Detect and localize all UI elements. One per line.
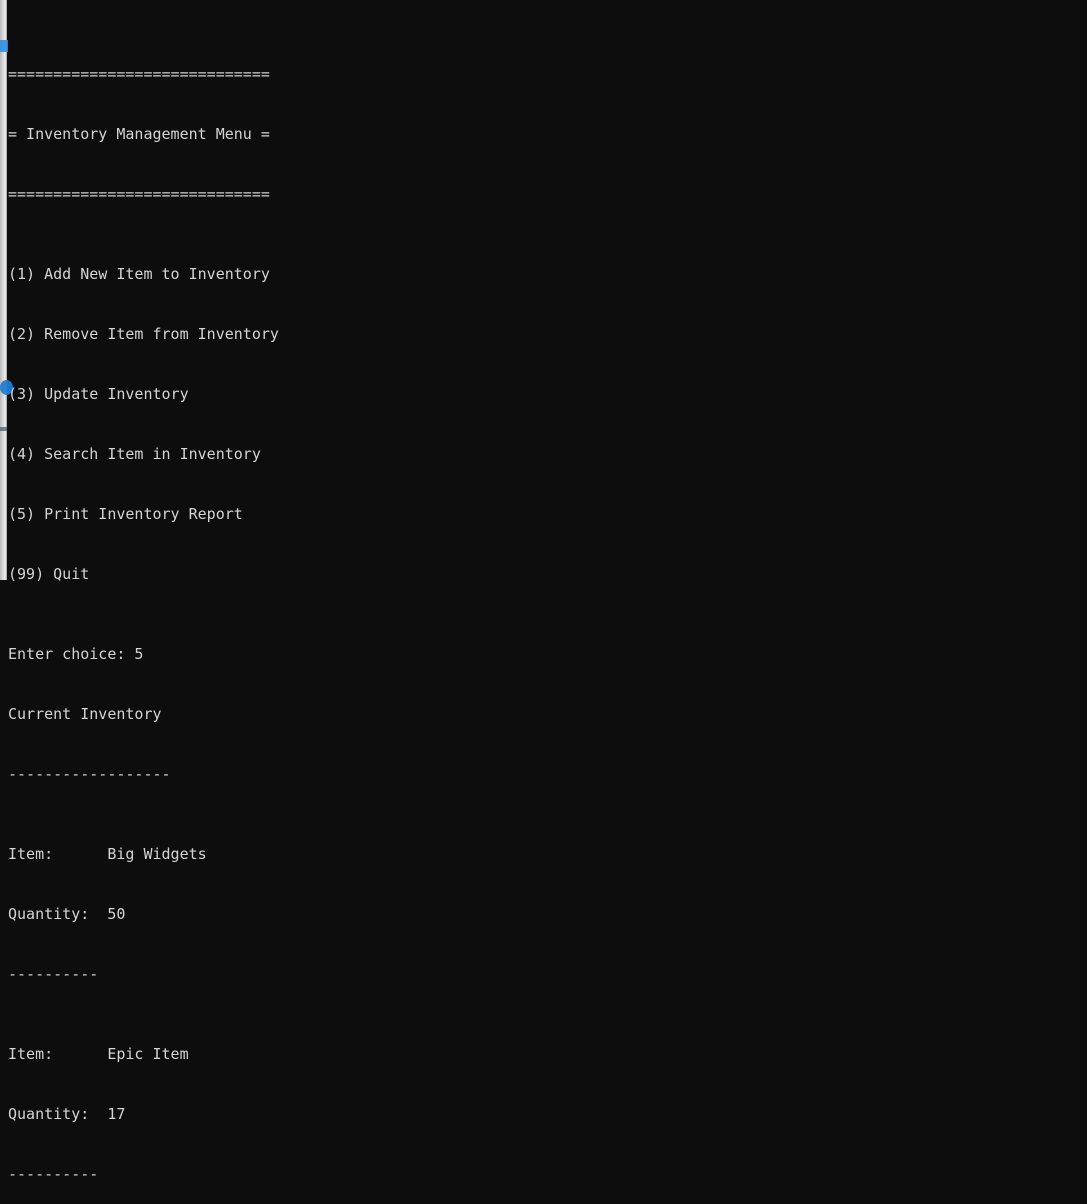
- scroll-gutter[interactable]: [0, 0, 7, 580]
- menu-item-add-new[interactable]: (1) Add New Item to Inventory: [8, 264, 1078, 284]
- terminal-output[interactable]: ============================= = Inventor…: [8, 4, 1078, 1204]
- inventory-item-rule-0: ----------: [8, 965, 99, 983]
- menu-title: = Inventory Management Menu =: [8, 125, 270, 143]
- menu-item-search[interactable]: (4) Search Item in Inventory: [8, 444, 1078, 464]
- report-rule: ------------------: [8, 765, 171, 783]
- report-heading: Current Inventory: [8, 705, 162, 723]
- menu-item-remove[interactable]: (2) Remove Item from Inventory: [8, 324, 1078, 344]
- menu-item-quit[interactable]: (99) Quit: [8, 564, 1078, 584]
- menu-item-print-report[interactable]: (5) Print Inventory Report: [8, 504, 1078, 524]
- inventory-item-name-1: Item: Epic Item: [8, 1045, 189, 1063]
- inventory-item-quantity-1: Quantity: 17: [8, 1105, 126, 1123]
- menu-top-separator: =============================: [8, 65, 270, 83]
- gutter-marker-top-icon: [0, 40, 8, 52]
- inventory-item-name-0: Item: Big Widgets: [8, 845, 207, 863]
- menu-item-update[interactable]: (3) Update Inventory: [8, 384, 1078, 404]
- inventory-item-quantity-0: Quantity: 50: [8, 905, 126, 923]
- menu-bottom-separator: =============================: [8, 185, 270, 203]
- choice-prompt: Enter choice: 5: [8, 645, 144, 663]
- inventory-item-rule-1: ----------: [8, 1165, 99, 1183]
- terminal-window[interactable]: ============================= = Inventor…: [0, 0, 1087, 1183]
- gutter-marker-mid-icon: [0, 427, 7, 431]
